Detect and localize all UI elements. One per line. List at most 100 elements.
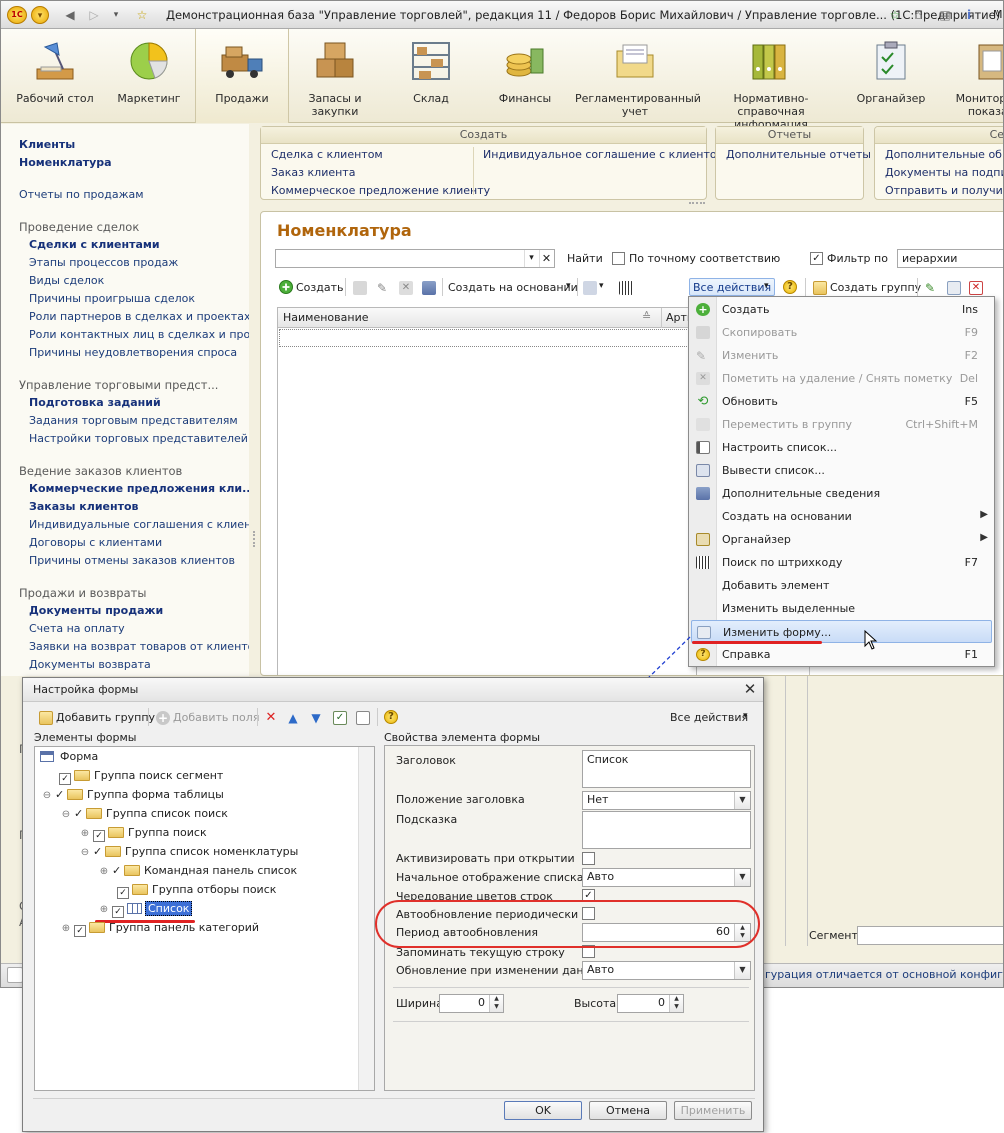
form-icon <box>40 751 54 762</box>
tree-item-label: Список <box>145 901 193 916</box>
tree-item-label: Группа список поиск <box>106 807 228 820</box>
help-icon[interactable]: ? <box>384 710 398 724</box>
table-icon <box>127 903 142 914</box>
expand-icon[interactable]: ⊕ <box>98 866 110 877</box>
dialog-all-actions-button[interactable]: Все действия <box>670 711 748 724</box>
item-checkbox[interactable]: ✓ <box>117 887 129 899</box>
form-elements-tree[interactable]: Форма ✓ Группа поиск сегмент ⊖ ✓ Группа фор… <box>34 746 375 1091</box>
uncheck-all-icon[interactable] <box>356 711 370 725</box>
delete-icon[interactable]: ✕ <box>264 711 278 725</box>
width-value: 0 <box>478 996 485 1009</box>
folder-icon <box>124 865 140 876</box>
expand-icon[interactable]: ⊕ <box>98 904 110 915</box>
initial-view-select[interactable]: Авто ▼ <box>582 868 751 887</box>
folder-icon <box>105 846 121 857</box>
caption-position-label: Положение заголовка <box>396 793 525 806</box>
item-check-mark[interactable]: ✓ <box>55 788 65 801</box>
tree-item-label: Командная панель список <box>144 864 298 877</box>
chevron-down-icon[interactable]: ▼ <box>734 962 750 979</box>
add-group-button[interactable]: Добавить группу <box>56 711 155 724</box>
tree-item-form[interactable]: Форма <box>40 750 98 767</box>
folder-icon <box>132 884 148 895</box>
update-on-change-select[interactable]: Авто ▼ <box>582 961 751 980</box>
hint-input[interactable] <box>582 811 751 849</box>
tree-item-label: Группа панель категорий <box>109 921 260 934</box>
activate-on-open-checkbox[interactable] <box>582 852 595 865</box>
props-divider <box>393 1021 749 1022</box>
tree-item-list[interactable]: ⊕ ✓ Список <box>98 901 193 919</box>
collapse-icon[interactable]: ⊖ <box>41 790 53 801</box>
collapse-icon[interactable]: ⊖ <box>79 847 91 858</box>
item-check-mark[interactable]: ✓ <box>93 845 103 858</box>
collapse-icon[interactable]: ⊖ <box>60 809 72 820</box>
folder-icon <box>108 827 124 838</box>
tree-item[interactable]: ⊕ ✓ Командная панель список <box>98 864 297 881</box>
folder-icon <box>67 789 83 800</box>
folder-icon <box>86 808 102 819</box>
move-down-icon[interactable]: ▼ <box>309 711 323 725</box>
apply-button[interactable]: Применить <box>674 1101 752 1120</box>
dialog-title: Настройка формы <box>33 683 139 696</box>
hint-label: Подсказка <box>396 813 458 826</box>
props-header: Свойства элемента формы <box>384 731 541 744</box>
item-checkbox[interactable]: ✓ <box>74 925 86 937</box>
tree-item-label: Группа список номенклатуры <box>125 845 299 858</box>
tree-item[interactable]: ⊕ ✓ Группа поиск <box>79 826 207 843</box>
close-icon[interactable]: ✕ <box>741 680 759 698</box>
chevron-down-icon[interactable]: ▼ <box>734 792 750 809</box>
caption-label: Заголовок <box>396 754 456 767</box>
chevron-down-icon[interactable]: ▼ <box>734 869 750 886</box>
tree-item[interactable]: ✓ Группа поиск сегмент <box>59 769 223 786</box>
height-label: Высота <box>574 997 617 1010</box>
cancel-button[interactable]: Отмена <box>589 1101 667 1120</box>
caption-position-select[interactable]: Нет ▼ <box>582 791 751 810</box>
plus-gray-icon[interactable]: + <box>156 711 170 725</box>
item-checkbox[interactable]: ✓ <box>112 906 124 918</box>
item-check-mark[interactable]: ✓ <box>74 807 84 820</box>
form-settings-dialog: Настройка формы ✕ Добавить группу + Доба… <box>22 677 764 1132</box>
folder-add-icon[interactable] <box>39 711 53 725</box>
scrollbar[interactable] <box>358 747 374 1090</box>
activate-on-open-label: Активизировать при открытии <box>396 852 575 865</box>
caption-input[interactable]: Список <box>582 750 751 788</box>
height-input[interactable]: 0 ▲ ▼ <box>617 994 684 1013</box>
dialog-title-bar: Настройка формы ✕ <box>23 678 763 702</box>
ok-button[interactable]: OK <box>504 1101 582 1120</box>
tree-item[interactable]: ⊕ ✓ Группа панель категорий <box>60 921 259 938</box>
dialog-bottom-divider <box>33 1098 755 1099</box>
tree-item-label: Группа поиск <box>128 826 207 839</box>
tree-item[interactable]: ⊖ ✓ Группа форма таблицы <box>41 788 224 805</box>
initial-view-label: Начальное отображение списка <box>396 871 584 884</box>
tree-item[interactable]: ⊖ ✓ Группа список поиск <box>60 807 228 824</box>
item-checkbox[interactable]: ✓ <box>93 830 105 842</box>
width-input[interactable]: 0 ▲ ▼ <box>439 994 504 1013</box>
tree-item[interactable]: ⊖ ✓ Группа список номенклатуры <box>79 845 299 862</box>
spin-arrows-icon[interactable]: ▲ ▼ <box>669 995 683 1012</box>
item-checkbox[interactable]: ✓ <box>59 773 71 785</box>
tree-item-label: Группа форма таблицы <box>87 788 224 801</box>
width-label: Ширина <box>396 997 443 1010</box>
folder-icon <box>74 770 90 781</box>
spin-arrows-icon[interactable]: ▲ ▼ <box>489 995 503 1012</box>
tree-item[interactable]: ✓ Группа отборы поиск <box>117 883 276 900</box>
elements-header: Элементы формы <box>34 731 137 744</box>
annotation-ellipse <box>375 900 760 948</box>
props-divider <box>393 987 749 988</box>
move-up-icon[interactable]: ▲ <box>286 711 300 725</box>
update-on-change-value: Авто <box>587 963 615 976</box>
toolbar-separator <box>148 708 149 726</box>
caption-position-value: Нет <box>587 793 609 806</box>
add-fields-button[interactable]: Добавить поля <box>173 711 259 724</box>
toolbar-separator <box>257 708 258 726</box>
folder-icon <box>89 922 105 933</box>
caption-value: Список <box>587 753 629 766</box>
height-value: 0 <box>658 996 665 1009</box>
initial-view-value: Авто <box>587 870 615 883</box>
toolbar-separator <box>377 708 378 726</box>
update-on-change-label: Обновление при изменении данных <box>396 964 607 977</box>
item-check-mark[interactable]: ✓ <box>112 864 122 877</box>
chevron-down-icon[interactable]: ▾ <box>743 711 748 721</box>
expand-icon[interactable]: ⊕ <box>60 923 72 934</box>
expand-icon[interactable]: ⊕ <box>79 828 91 839</box>
check-all-icon[interactable]: ✓ <box>333 711 347 725</box>
